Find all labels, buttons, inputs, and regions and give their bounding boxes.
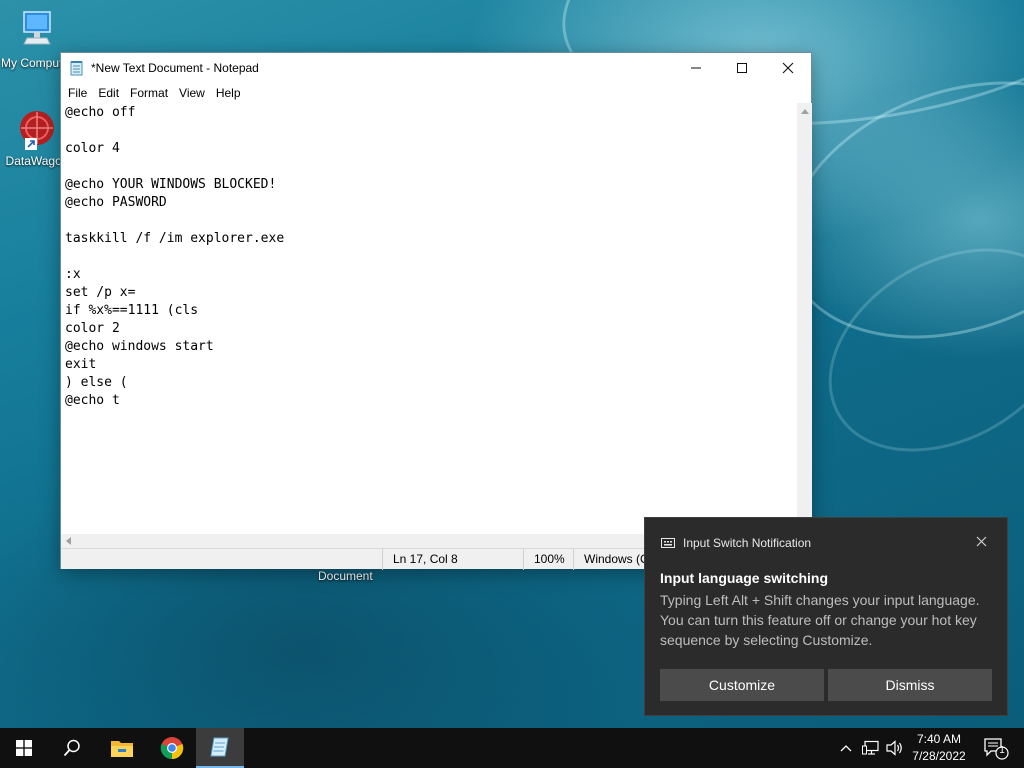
notepad-icon	[210, 737, 229, 757]
taskbar-file-explorer[interactable]	[98, 728, 146, 768]
volume-button[interactable]	[884, 728, 906, 768]
notification-close-button[interactable]	[976, 534, 987, 550]
notification-header: Input Switch Notification	[661, 536, 811, 550]
file-explorer-icon	[111, 741, 133, 757]
menu-bar: File Edit Format View Help	[61, 83, 811, 103]
network-button[interactable]	[858, 728, 884, 768]
start-button[interactable]	[0, 728, 48, 768]
datawagon-icon	[20, 111, 54, 150]
clock[interactable]: 7:40 AM 7/28/2022	[906, 731, 972, 765]
scroll-up-icon[interactable]	[801, 109, 809, 114]
menu-help[interactable]: Help	[211, 86, 247, 100]
volume-icon	[886, 740, 902, 756]
taskbar: 7:40 AM 7/28/2022 1	[0, 728, 1024, 768]
search-icon	[63, 739, 80, 757]
taskbar-chrome[interactable]	[148, 728, 196, 768]
notification-source: Input Switch Notification	[683, 536, 812, 550]
clock-date: 7/28/2022	[912, 749, 966, 763]
notepad-window: *New Text Document - Notepad File Edit F…	[60, 52, 812, 570]
menu-view[interactable]: View	[174, 86, 211, 100]
close-button[interactable]	[765, 53, 811, 83]
notification-title: Input language switching	[660, 570, 828, 586]
notification-body: Typing Left Alt + Shift changes your inp…	[660, 592, 980, 648]
menu-format[interactable]: Format	[125, 86, 174, 100]
keyboard-icon	[661, 538, 675, 548]
show-hidden-icons-button[interactable]	[836, 728, 856, 768]
text-editor[interactable]: @echo off color 4 @echo YOUR WINDOWS BLO…	[61, 103, 797, 534]
scroll-left-icon[interactable]	[66, 537, 71, 545]
maximize-button[interactable]	[719, 53, 765, 83]
status-position: Ln 17, Col 8	[382, 549, 523, 570]
action-center-button[interactable]: 1	[976, 728, 1016, 768]
chevron-up-icon	[840, 745, 852, 752]
chrome-icon	[160, 737, 184, 760]
minimize-button[interactable]	[673, 53, 719, 83]
menu-file[interactable]: File	[63, 86, 93, 100]
maximize-icon	[737, 63, 747, 73]
notification-toast[interactable]: Input Switch Notification Input language…	[644, 517, 1008, 716]
notification-count-badge: 1	[999, 745, 1005, 756]
minimize-icon	[691, 67, 701, 69]
vertical-scrollbar[interactable]	[797, 103, 812, 534]
taskbar-notepad[interactable]	[196, 728, 244, 768]
notepad-app-icon	[70, 61, 83, 76]
desktop-icon-document-label[interactable]: Document	[318, 569, 373, 583]
window-title: *New Text Document - Notepad	[91, 61, 259, 75]
menu-edit[interactable]: Edit	[93, 86, 125, 100]
network-icon	[862, 740, 879, 755]
title-bar[interactable]: *New Text Document - Notepad	[61, 53, 811, 83]
start-icon	[16, 740, 32, 756]
close-icon	[976, 536, 987, 547]
status-zoom: 100%	[523, 549, 573, 570]
search-button[interactable]	[48, 728, 96, 768]
clock-time: 7:40 AM	[916, 732, 962, 746]
customize-button[interactable]: Customize	[660, 669, 824, 701]
dismiss-button[interactable]: Dismiss	[828, 669, 992, 701]
computer-icon	[23, 11, 51, 45]
close-icon	[782, 62, 794, 74]
